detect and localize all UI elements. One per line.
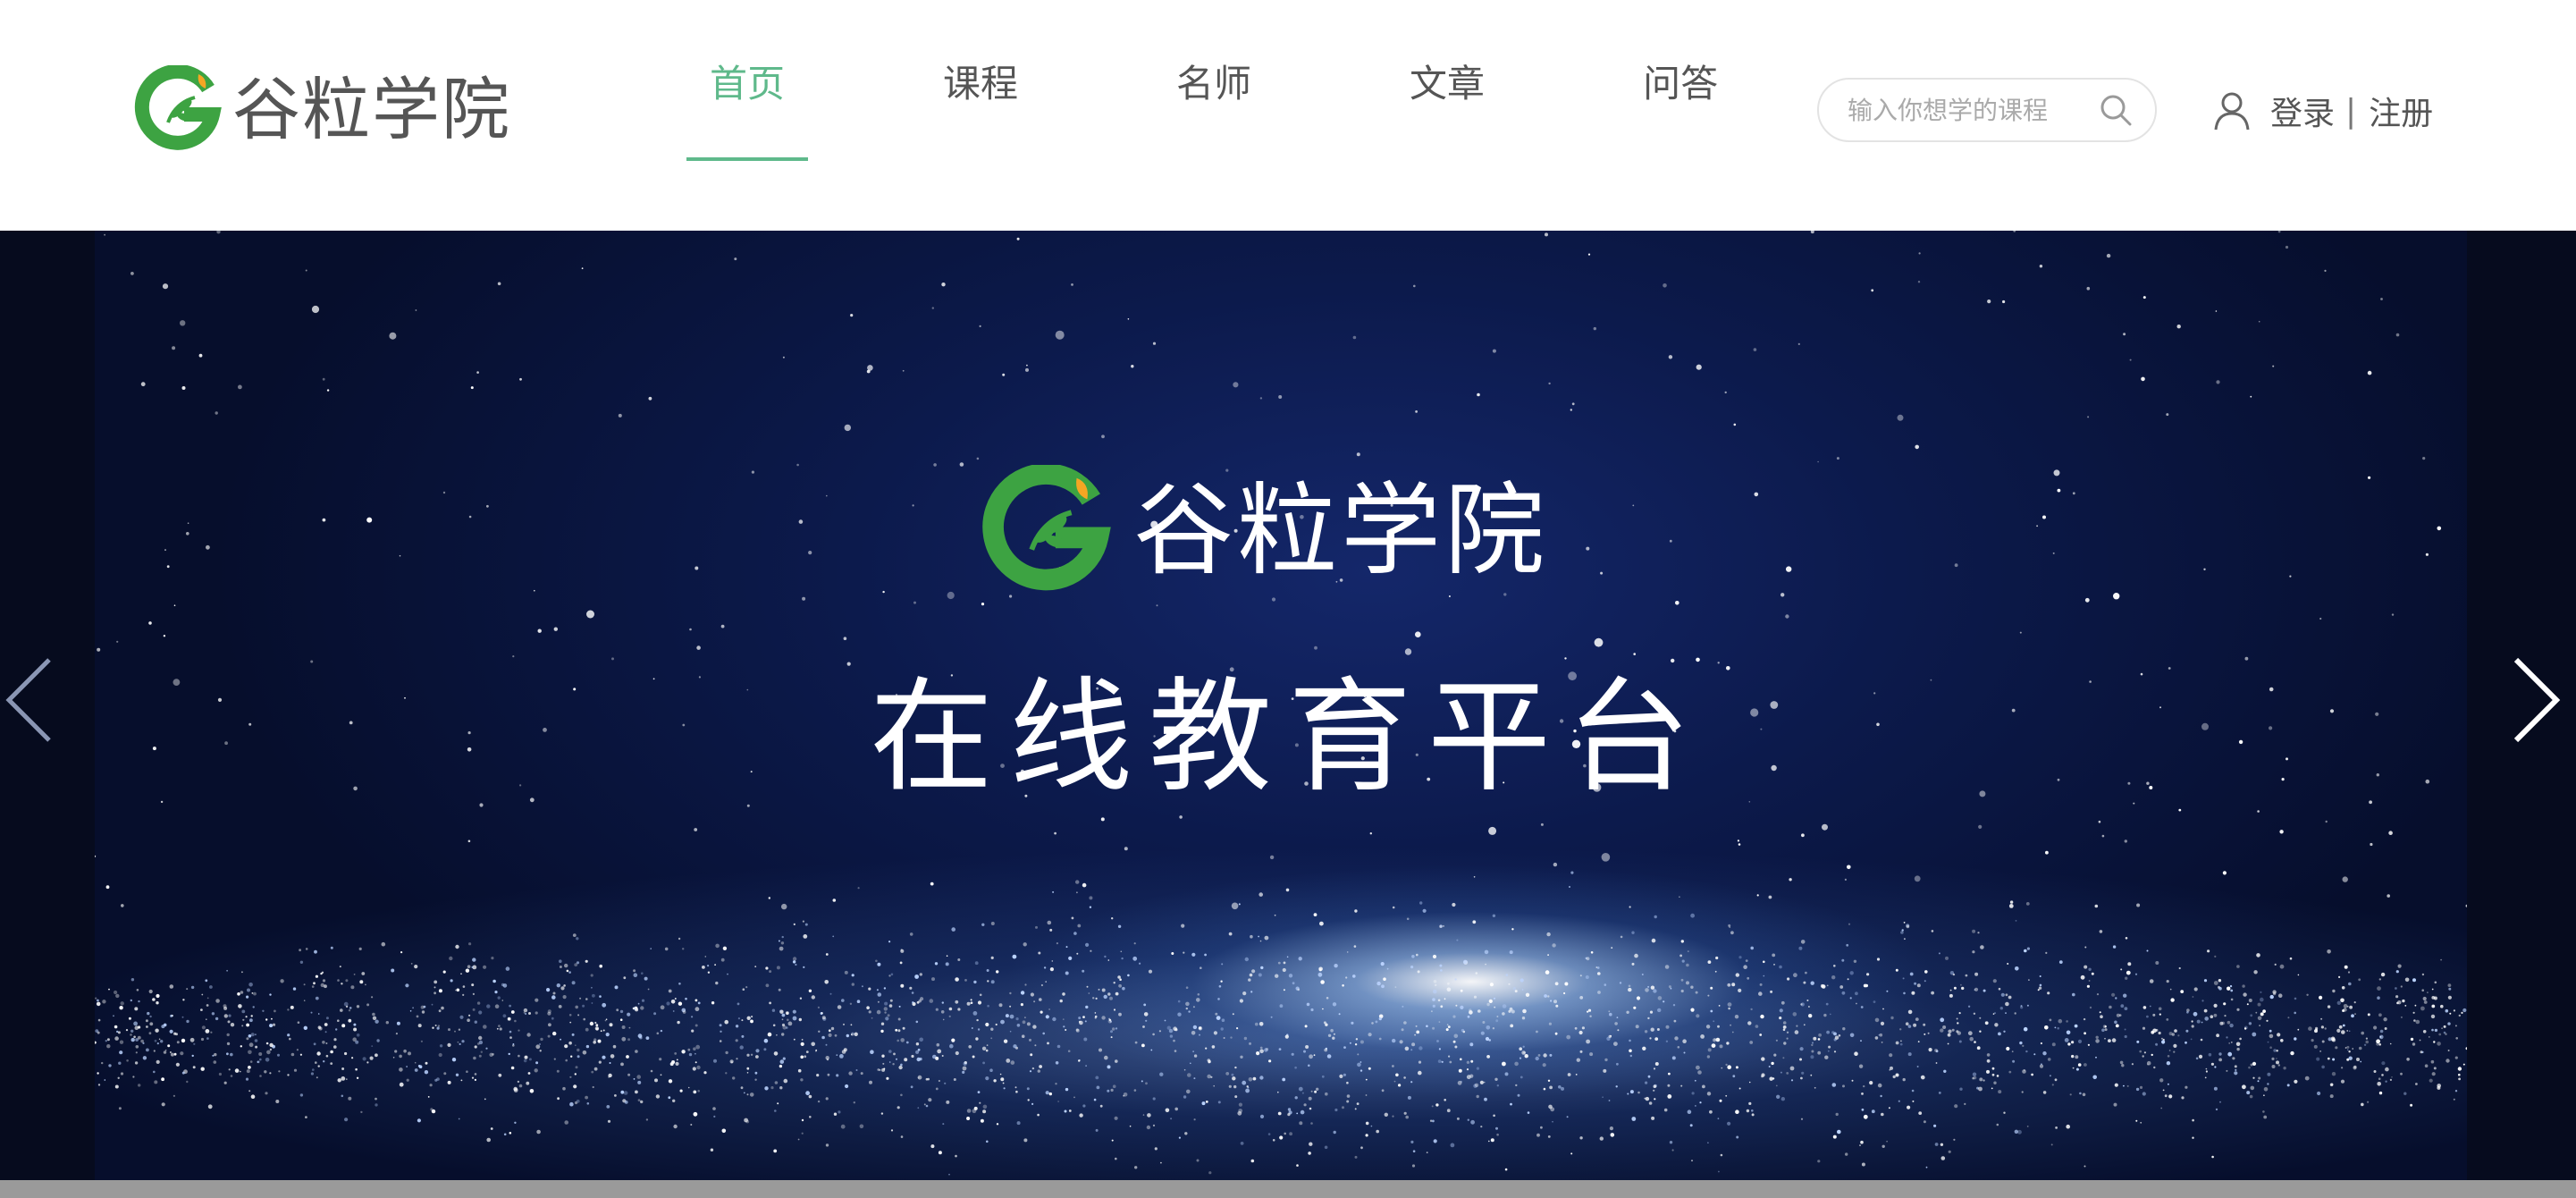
- banner-logo-g-icon: [982, 465, 1111, 591]
- nav-item-articles[interactable]: 文章: [1386, 0, 1508, 161]
- nav-item-qa[interactable]: 问答: [1620, 0, 1741, 161]
- search-box: [1817, 78, 2157, 142]
- search-input[interactable]: [1846, 94, 2094, 126]
- chevron-right-icon[interactable]: [2503, 651, 2565, 749]
- chevron-left-icon[interactable]: [0, 651, 63, 749]
- register-link[interactable]: 注册: [2369, 88, 2433, 134]
- banner-tagline: 在线教育平台: [869, 665, 1706, 809]
- user-icon: [2214, 92, 2250, 131]
- nav-item-courses[interactable]: 课程: [920, 0, 1041, 161]
- bottom-scroll-bar: [0, 1180, 2576, 1198]
- logo-text: 谷粒学院: [232, 70, 511, 149]
- nav-item-teachers[interactable]: 名师: [1153, 0, 1275, 161]
- site-header: 谷粒学院 首页 课程 名师 文章 问答 登录 | 注册: [0, 0, 2576, 231]
- banner-carousel[interactable]: 谷粒学院 在线教育平台: [0, 231, 2576, 1180]
- logo-g-icon: [134, 65, 222, 150]
- auth-separator: |: [2345, 92, 2357, 130]
- search-icon[interactable]: [2094, 89, 2137, 131]
- site-logo[interactable]: 谷粒学院: [134, 61, 511, 159]
- auth-links: 登录 | 注册: [2213, 82, 2433, 139]
- main-nav: 首页 课程 名师 文章 问答: [686, 0, 1853, 231]
- banner-logo: 谷粒学院: [981, 465, 1548, 597]
- login-link[interactable]: 登录: [2270, 88, 2335, 134]
- banner-content: 谷粒学院 在线教育平台: [0, 231, 2576, 1180]
- banner-logo-text: 谷粒学院: [1133, 473, 1548, 589]
- nav-item-home[interactable]: 首页: [686, 0, 809, 161]
